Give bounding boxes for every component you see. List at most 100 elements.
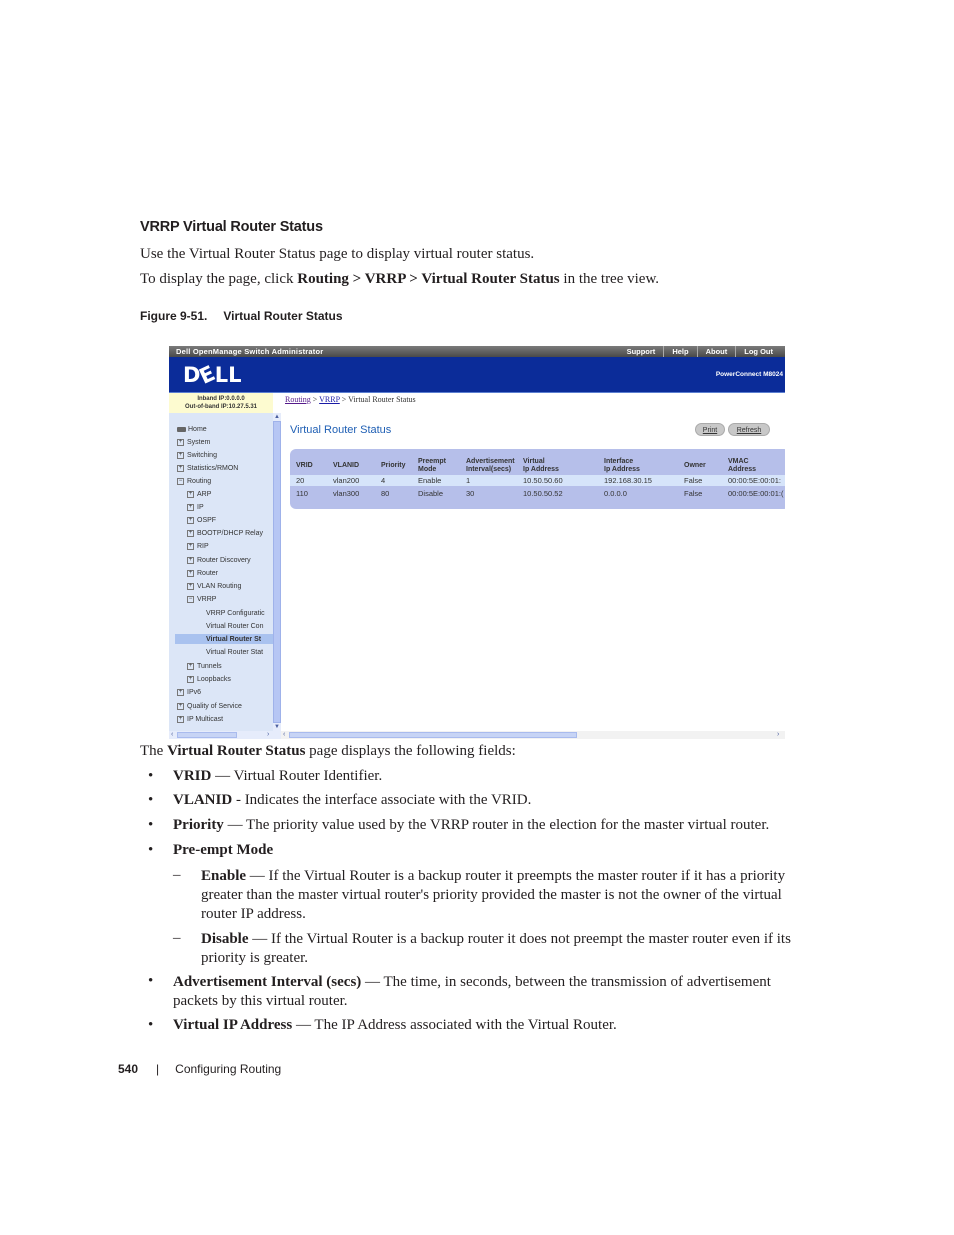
tree-item[interactable]: VRRP Configuratic <box>206 608 265 618</box>
breadcrumb: Routing > VRRP > Virtual Router Status <box>285 395 416 404</box>
tree-item[interactable]: − VRRP <box>187 594 216 604</box>
footer-separator: | <box>156 1062 160 1076</box>
nav-path: Routing > VRRP > Virtual Router Status <box>297 271 560 287</box>
inband-ip: Inband IP:0.0.0.0 <box>197 396 245 402</box>
tree-item[interactable]: + VLAN Routing <box>187 581 241 591</box>
scroll-left-icon[interactable]: ‹ <box>283 731 285 739</box>
tree-item-label: BOOTP/DHCP Relay <box>197 529 263 537</box>
tree-item-label: RIP <box>197 542 209 550</box>
print-button[interactable]: Print <box>695 423 725 436</box>
expand-icon[interactable]: + <box>177 688 184 696</box>
expand-icon[interactable]: + <box>187 529 194 537</box>
table-row: 110 vlan300 80 Disable 30 10.50.50.52 0.0.0.0 F… <box>290 488 785 499</box>
tree-item[interactable]: Home <box>177 424 207 434</box>
ip-info-box: Inband IP:0.0.0.0 Out-of-band IP:10.27.5… <box>169 393 273 414</box>
intro-paragraph: Use the Virtual Router Status page to di… <box>140 246 535 262</box>
scrollbar-thumb[interactable] <box>289 732 577 738</box>
expand-icon[interactable]: + <box>177 438 184 446</box>
tree-item[interactable]: Virtual Router Con <box>206 621 263 631</box>
page-number: 540 <box>118 1062 139 1076</box>
table-cell: 4 <box>381 476 386 485</box>
tree-horizontal-scrollbar[interactable]: ‹ › <box>169 731 281 739</box>
tree-item[interactable]: + ARP <box>187 489 211 499</box>
breadcrumb-routing[interactable]: Routing <box>285 395 311 404</box>
refresh-button[interactable]: Refresh <box>728 423 770 436</box>
expand-icon[interactable]: + <box>187 556 194 564</box>
tree-item[interactable]: + OSPF <box>187 515 216 525</box>
expand-icon[interactable]: + <box>187 675 194 683</box>
expand-icon[interactable]: + <box>177 464 184 472</box>
column-header: Virtual Ip Address <box>523 458 559 473</box>
tree-item-label: OSPF <box>197 516 217 524</box>
nav-suffix: in the tree view. <box>559 271 660 287</box>
column-header: VLANID <box>333 462 360 469</box>
tree-item[interactable]: + Statistics/RMON <box>177 463 238 473</box>
content-horizontal-scrollbar[interactable]: ‹ › <box>281 731 785 739</box>
expand-icon[interactable]: + <box>187 490 194 498</box>
table-cell: False <box>684 489 703 498</box>
tree-item-label: ARP <box>197 490 212 498</box>
tree-item[interactable]: + IP <box>187 502 204 512</box>
scroll-down-icon[interactable]: ▼ <box>273 723 281 731</box>
column-header: Interface Ip Address <box>604 458 640 473</box>
expand-icon[interactable]: + <box>187 516 194 524</box>
scroll-right-icon[interactable]: › <box>267 731 269 739</box>
scrollbar-thumb[interactable] <box>273 421 281 723</box>
scroll-left-icon[interactable]: ‹ <box>171 731 173 739</box>
expand-icon[interactable]: + <box>187 569 194 577</box>
tree-item[interactable]: + Loopbacks <box>187 674 231 684</box>
top-bar: Dell OpenManage Switch Administrator Sup… <box>169 346 785 357</box>
tree-item[interactable]: + Router Discovery <box>187 555 251 565</box>
tree-item[interactable]: Virtual Router Stat <box>206 647 263 657</box>
tree-item-label: Switching <box>187 451 217 459</box>
fields-intro-pre: The <box>140 743 168 759</box>
tree-item[interactable]: − Routing <box>177 476 211 486</box>
table-cell: 192.168.30.15 <box>604 476 652 485</box>
tree-item-label: Tunnels <box>197 662 222 670</box>
tree-item[interactable]: + BOOTP/DHCP Relay <box>187 528 263 538</box>
expand-icon[interactable]: + <box>187 662 194 670</box>
expand-icon[interactable]: + <box>177 451 184 459</box>
support-link[interactable]: Support <box>619 346 664 357</box>
tree-item[interactable]: Virtual Router St <box>175 634 273 644</box>
breadcrumb-separator: > <box>339 395 349 404</box>
tree-item[interactable]: + RIP <box>187 541 209 551</box>
table-cell: 80 <box>381 489 390 498</box>
expand-icon[interactable]: + <box>187 503 194 511</box>
table-cell: Enable <box>418 476 442 485</box>
chapter-title: Configuring Routing <box>175 1062 282 1076</box>
tree-item[interactable]: + Quality of Service <box>177 701 242 711</box>
app-title: Dell OpenManage Switch Administrator <box>176 347 324 356</box>
logout-link[interactable]: Log Out <box>735 346 781 357</box>
help-link[interactable]: Help <box>663 346 696 357</box>
tree-item[interactable]: + System <box>177 437 210 447</box>
about-link[interactable]: About <box>696 346 736 357</box>
collapse-icon[interactable]: − <box>177 477 184 485</box>
tree-item[interactable]: + IP Multicast <box>177 714 223 724</box>
page-title: Virtual Router Status <box>290 424 392 436</box>
scroll-right-icon[interactable]: › <box>777 731 779 739</box>
expand-icon[interactable]: + <box>177 715 184 723</box>
dell-logo: DELL <box>183 361 242 389</box>
tree-item[interactable]: + Router <box>187 568 218 578</box>
table-cell: 00:00:5E:00:01:( <box>728 489 784 498</box>
breadcrumb-vrrp[interactable]: VRRP <box>319 395 340 404</box>
collapse-icon[interactable]: − <box>187 595 194 603</box>
status-table: VRID VLANID Priority Preempt Mode Adverti… <box>290 449 785 509</box>
expand-icon[interactable]: + <box>187 542 194 550</box>
tree-item-label: VLAN Routing <box>197 582 242 590</box>
tree-item[interactable]: + IPv6 <box>177 687 201 697</box>
column-header: VMAC Address <box>728 458 757 473</box>
expand-icon[interactable]: + <box>187 582 194 590</box>
table-cell: 0.0.0.0 <box>604 489 627 498</box>
fields-intro-bold: Virtual Router Status <box>167 743 306 759</box>
table-cell: 10.50.50.60 <box>523 476 563 485</box>
tree-item[interactable]: + Switching <box>177 450 217 460</box>
expand-icon[interactable]: + <box>177 702 184 710</box>
scroll-up-icon[interactable]: ▲ <box>273 413 281 421</box>
scrollbar-thumb[interactable] <box>177 732 237 738</box>
column-header: Priority <box>381 462 406 469</box>
tree-vertical-scrollbar[interactable]: ▲ ▼ <box>273 413 281 731</box>
tree-item[interactable]: + Tunnels <box>187 661 222 671</box>
tree-item-label: Virtual Router Stat <box>206 648 264 656</box>
